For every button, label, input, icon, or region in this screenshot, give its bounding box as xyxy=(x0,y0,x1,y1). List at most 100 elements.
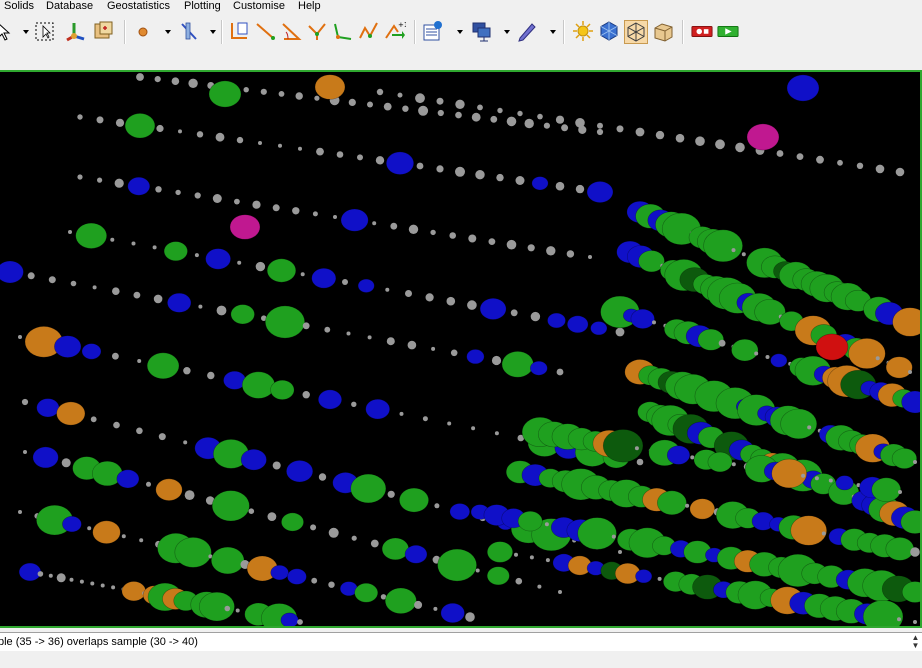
3d-viewport[interactable] xyxy=(0,70,922,628)
sample-disc[interactable] xyxy=(32,446,59,469)
sample-disc[interactable] xyxy=(780,408,818,440)
drillhole-scene[interactable] xyxy=(0,72,920,626)
sample-disc[interactable] xyxy=(230,304,255,325)
sample-disc[interactable] xyxy=(340,208,369,232)
menu-help[interactable]: Help xyxy=(298,0,321,13)
sample-disc[interactable] xyxy=(501,351,534,378)
sample-disc[interactable] xyxy=(529,360,548,376)
record-icon[interactable] xyxy=(690,20,714,42)
sample-disc[interactable] xyxy=(54,335,82,358)
sample-disc[interactable] xyxy=(241,371,276,399)
sample-disc[interactable] xyxy=(666,445,691,465)
sample-disc[interactable] xyxy=(602,429,644,463)
sample-disc[interactable] xyxy=(127,176,151,196)
menu-plotting[interactable]: Plotting xyxy=(184,0,221,13)
sample-disc[interactable] xyxy=(689,498,715,520)
pointer-dropdown-icon[interactable] xyxy=(22,28,30,36)
sample-disc[interactable] xyxy=(404,544,428,564)
sample-disc[interactable] xyxy=(163,241,188,262)
pencil-icon[interactable] xyxy=(516,20,538,42)
zigzag-icon[interactable] xyxy=(358,20,380,42)
sample-disc[interactable] xyxy=(770,353,788,368)
section-dropdown-icon[interactable] xyxy=(209,28,217,36)
sample-disc[interactable] xyxy=(586,181,614,203)
sample-disc[interactable] xyxy=(240,449,267,471)
menu-solids[interactable]: Solids xyxy=(4,0,34,13)
axes-icon[interactable] xyxy=(64,20,86,42)
sample-disc[interactable] xyxy=(517,511,543,532)
sample-disc[interactable] xyxy=(266,258,297,283)
hexagon-icon[interactable] xyxy=(598,20,620,42)
sample-disc[interactable] xyxy=(577,517,617,550)
sample-disc[interactable] xyxy=(786,74,820,102)
sample-disc[interactable] xyxy=(354,582,379,603)
sample-disc[interactable] xyxy=(547,312,566,329)
sample-disc[interactable] xyxy=(18,562,42,582)
sample-disc[interactable] xyxy=(885,537,915,561)
sample-disc[interactable] xyxy=(440,602,465,623)
network-icon[interactable] xyxy=(470,20,492,42)
angle-icon[interactable] xyxy=(280,20,302,42)
fork-icon[interactable] xyxy=(306,20,328,42)
sample-disc[interactable] xyxy=(885,356,913,379)
sample-disc[interactable] xyxy=(891,448,918,469)
sample-disc[interactable] xyxy=(0,260,24,284)
point-icon[interactable] xyxy=(132,20,154,42)
sample-disc[interactable] xyxy=(590,321,608,336)
sample-disc[interactable] xyxy=(449,503,470,521)
sample-disc[interactable] xyxy=(205,248,231,270)
polyline-icon[interactable] xyxy=(332,20,354,42)
block-icon[interactable] xyxy=(652,20,674,42)
sample-disc[interactable] xyxy=(486,541,513,563)
line-tool-icon[interactable] xyxy=(254,20,276,42)
pan-icon[interactable] xyxy=(92,20,114,42)
sample-disc[interactable] xyxy=(229,214,261,240)
menu-geostatistics[interactable]: Geostatistics xyxy=(107,0,170,13)
sample-disc[interactable] xyxy=(62,516,82,533)
sample-disc[interactable] xyxy=(790,515,828,546)
network-dropdown-icon[interactable] xyxy=(503,28,511,36)
sample-disc[interactable] xyxy=(36,398,60,418)
sun-icon[interactable] xyxy=(572,20,594,42)
menu-customise[interactable]: Customise xyxy=(233,0,285,13)
scroll-down-icon[interactable]: ▼ xyxy=(911,642,920,650)
sample-disc[interactable] xyxy=(81,343,102,360)
pointer-icon[interactable] xyxy=(0,20,16,42)
sample-disc[interactable] xyxy=(635,569,653,584)
sample-disc[interactable] xyxy=(486,566,510,586)
sample-disc[interactable] xyxy=(287,568,307,585)
sample-disc[interactable] xyxy=(317,389,342,410)
sample-disc[interactable] xyxy=(731,338,759,362)
sample-disc[interactable] xyxy=(121,581,147,602)
sample-disc[interactable] xyxy=(270,565,289,581)
sample-disc[interactable] xyxy=(264,305,305,339)
sample-disc[interactable] xyxy=(381,537,410,561)
add-point-icon[interactable]: +1 xyxy=(384,20,406,42)
sample-disc[interactable] xyxy=(703,229,743,263)
sample-disc[interactable] xyxy=(399,487,429,513)
string-icon[interactable] xyxy=(228,20,250,42)
sample-disc[interactable] xyxy=(286,460,314,483)
line-section-icon[interactable] xyxy=(178,20,200,42)
sample-disc[interactable] xyxy=(174,537,212,568)
sample-disc[interactable] xyxy=(871,477,902,502)
sample-disc[interactable] xyxy=(146,352,180,380)
sample-disc[interactable] xyxy=(350,473,387,504)
sample-disc[interactable] xyxy=(657,490,687,516)
sample-disc[interactable] xyxy=(92,520,121,544)
sample-disc[interactable] xyxy=(466,349,485,365)
wireframe-icon[interactable] xyxy=(624,20,648,44)
sample-disc[interactable] xyxy=(566,315,589,334)
sample-disc[interactable] xyxy=(124,113,156,139)
menu-database[interactable]: Database xyxy=(46,0,93,13)
sample-disc[interactable] xyxy=(314,74,346,100)
point-dropdown-icon[interactable] xyxy=(164,28,172,36)
sample-disc[interactable] xyxy=(848,338,886,369)
sample-disc[interactable] xyxy=(384,587,417,614)
sample-disc[interactable] xyxy=(815,333,849,361)
sample-disc[interactable] xyxy=(707,451,733,473)
sample-disc[interactable] xyxy=(281,512,304,532)
sample-disc[interactable] xyxy=(211,546,245,575)
sample-disc[interactable] xyxy=(357,278,375,293)
pencil-dropdown-icon[interactable] xyxy=(549,28,557,36)
